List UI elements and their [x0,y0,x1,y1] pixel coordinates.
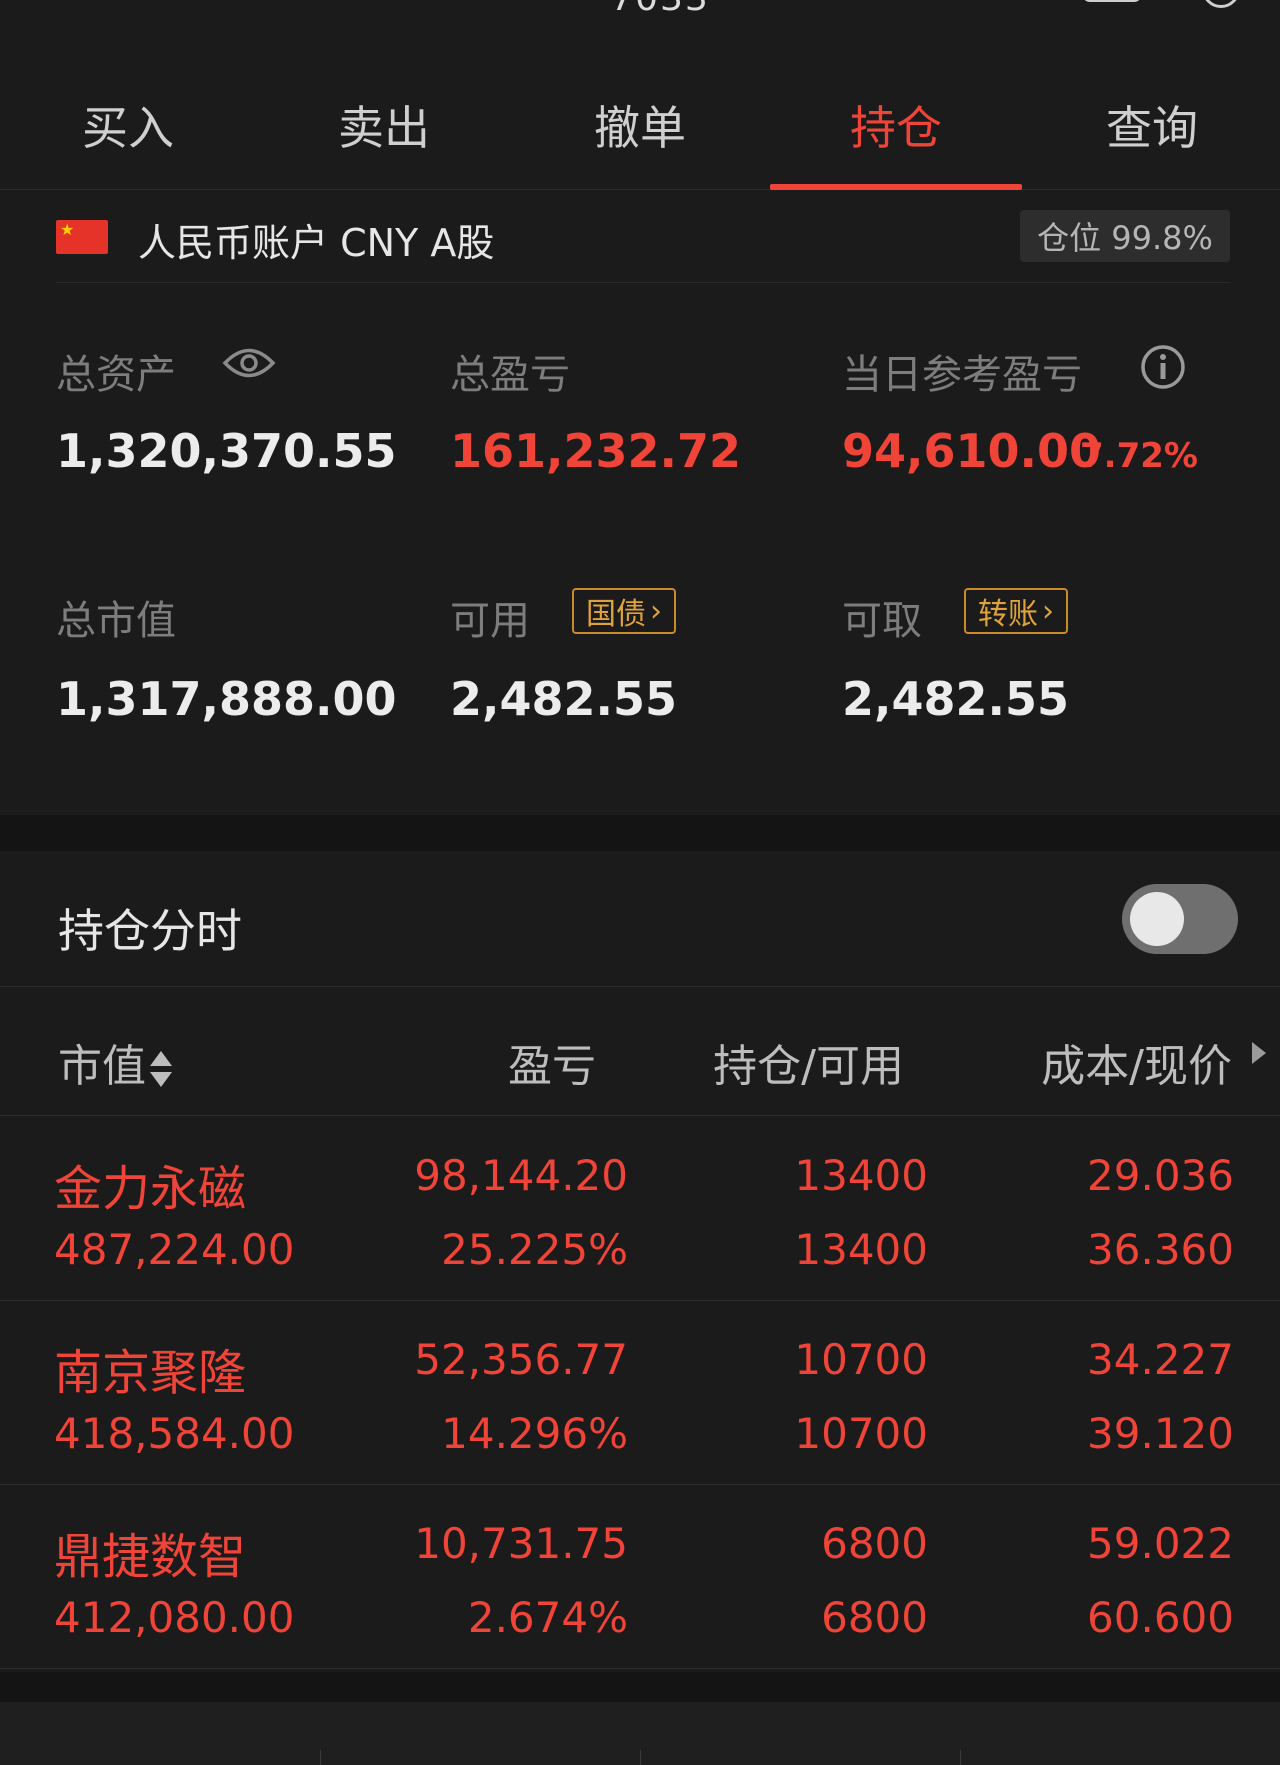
holdings-table-header: 市值 盈亏 持仓/可用 成本/现价 [0,988,1280,1116]
table-row[interactable]: 金力永磁 487,224.00 98,144.20 25.225% 13400 … [0,1117,1280,1301]
header-market-value[interactable]: 市值 [58,1030,172,1094]
stock-name: 南京聚隆 [54,1345,247,1401]
stock-pl: 52,356.77 [414,1335,628,1384]
top-bar: **7033 [0,0,1280,50]
tab-holdings[interactable]: 持仓 [768,60,1024,190]
treasury-bond-button[interactable]: 国债 › [572,588,676,634]
stock-price: 39.120 [1087,1409,1234,1458]
tab-cancel-order[interactable]: 撤单 [512,60,768,190]
holdings-timeshare-toggle[interactable] [1122,884,1238,954]
bottom-action-bar [0,1702,1280,1765]
transfer-button[interactable]: 转账 › [964,588,1068,634]
stock-cost: 34.227 [1087,1335,1234,1384]
stock-available: 13400 [794,1225,928,1274]
stock-pl-percent: 14.296% [441,1409,628,1458]
today-pl-label: 当日参考盈亏 [842,352,1082,398]
table-row[interactable]: 南京聚隆 418,584.00 52,356.77 14.296% 10700 … [0,1301,1280,1485]
stock-price: 60.600 [1087,1593,1234,1642]
settings-icon[interactable] [1202,0,1240,8]
header-position-available: 持仓/可用 [713,1041,904,1092]
total-assets-label: 总资产 [56,352,176,398]
market-value-value: 1,317,888.00 [56,672,397,726]
divider [640,1750,641,1765]
stock-position: 13400 [794,1151,928,1200]
total-pl-label: 总盈亏 [450,352,570,398]
stock-name: 鼎捷数智 [54,1529,247,1585]
today-pl-value: 94,610.00 [842,424,1101,478]
tab-buy[interactable]: 买入 [0,60,256,190]
stock-pl-percent: 25.225% [441,1225,628,1274]
stock-pl: 10,731.75 [414,1519,628,1568]
sort-icon [150,1049,172,1089]
stock-pl: 98,144.20 [414,1151,628,1200]
tab-sell[interactable]: 卖出 [256,60,512,190]
account-label: 人民币账户 CNY A股 [138,221,495,265]
treasury-bond-label: 国债 [586,597,646,632]
top-right-icons [1082,0,1240,8]
today-pl-percent: 7.72% [1080,436,1198,476]
header-cost-price: 成本/现价 [1041,1041,1232,1092]
stock-pl-percent: 2.674% [467,1593,628,1642]
tab-query[interactable]: 查询 [1024,60,1280,190]
transfer-label: 转账 [978,597,1038,632]
chevron-right-icon: › [1042,593,1054,629]
stock-available: 10700 [794,1409,928,1458]
stock-name: 金力永磁 [54,1161,247,1217]
available-label: 可用 [450,598,530,644]
stock-market-value: 418,584.00 [54,1409,295,1458]
section-gap [0,1672,1280,1702]
holdings-timeshare-label: 持仓分时 [58,904,242,958]
info-icon[interactable] [1140,344,1186,390]
table-row[interactable]: 鼎捷数智 412,080.00 10,731.75 2.674% 6800 68… [0,1485,1280,1669]
holdings-table-body: 金力永磁 487,224.00 98,144.20 25.225% 13400 … [0,1117,1280,1669]
header-pl: 盈亏 [508,1041,596,1092]
stock-cost: 29.036 [1087,1151,1234,1200]
total-assets-value: 1,320,370.55 [56,424,397,478]
stock-position: 10700 [794,1335,928,1384]
stock-price: 36.360 [1087,1225,1234,1274]
available-value: 2,482.55 [450,672,677,726]
withdrawable-value: 2,482.55 [842,672,1069,726]
account-row: ★ 人民币账户 CNY A股 仓位 99.8% [0,200,1280,282]
eye-icon[interactable] [222,344,276,382]
withdrawable-label: 可取 [842,598,922,644]
stock-market-value: 487,224.00 [54,1225,295,1274]
header-market-value-label: 市值 [58,1041,146,1092]
toggle-knob [1130,892,1184,946]
divider [960,1750,961,1765]
position-ratio-badge: 仓位 99.8% [1020,210,1230,262]
stock-cost: 59.022 [1087,1519,1234,1568]
market-value-label: 总市值 [56,598,176,644]
play-right-icon[interactable] [1252,1042,1266,1064]
stock-market-value: 412,080.00 [54,1593,295,1642]
chevron-right-icon: › [650,593,662,629]
stock-position: 6800 [821,1519,928,1568]
total-pl-value: 161,232.72 [450,424,742,478]
message-icon[interactable] [1082,0,1142,2]
china-flag-icon: ★ [56,220,108,254]
trade-tabs: 买入 卖出 撤单 持仓 查询 [0,60,1280,190]
divider [320,1750,321,1765]
section-gap [0,815,1280,851]
divider [56,282,1230,283]
holdings-timeshare-row: 持仓分时 [0,851,1280,987]
stock-available: 6800 [821,1593,928,1642]
